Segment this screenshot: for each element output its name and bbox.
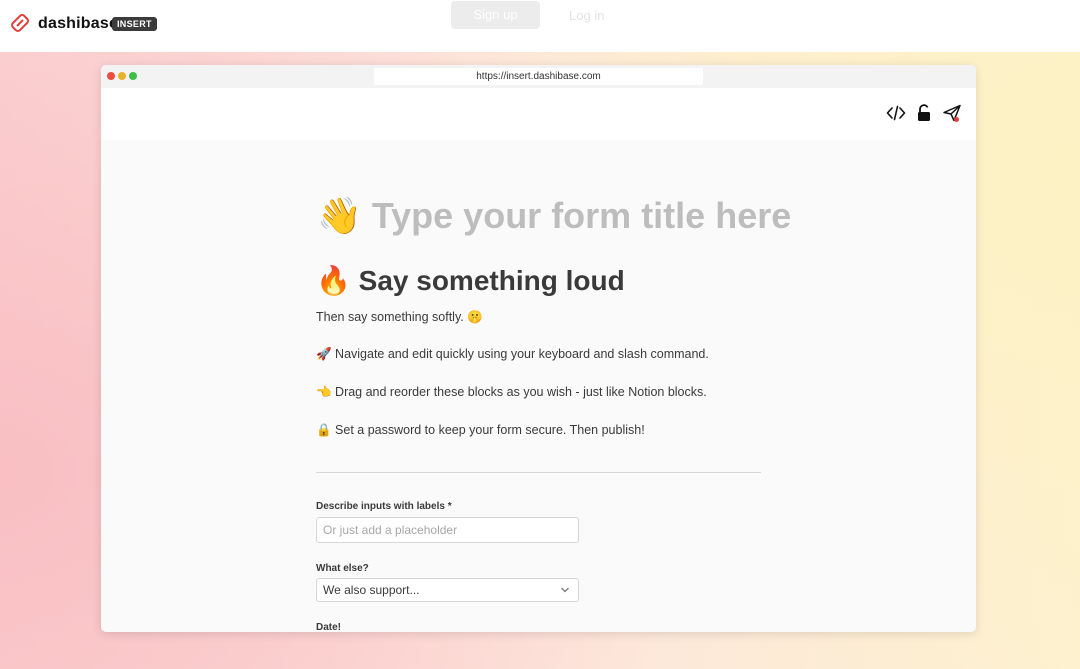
- browser-titlebar: https://insert.dashibase.com: [101, 65, 976, 88]
- paragraph-block[interactable]: 🔒 Set a password to keep your form secur…: [316, 423, 645, 438]
- text-field[interactable]: [316, 517, 579, 543]
- select-value: We also support...: [323, 583, 420, 597]
- dashibase-logo-icon[interactable]: [9, 12, 31, 34]
- product-badge: INSERT: [112, 17, 157, 31]
- paragraph-block[interactable]: Then say something softly. 🤫: [316, 310, 483, 325]
- unlock-icon[interactable]: [914, 104, 934, 122]
- editor-toolbar: [101, 88, 976, 140]
- maximize-window-dot[interactable]: [129, 72, 137, 80]
- form-heading[interactable]: 🔥 Say something loud: [316, 264, 625, 297]
- minimize-window-dot[interactable]: [118, 72, 126, 80]
- login-link[interactable]: Log in: [569, 8, 604, 23]
- brand-name[interactable]: dashibase: [38, 15, 118, 33]
- paragraph-block[interactable]: 👈 Drag and reorder these blocks as you w…: [316, 385, 707, 400]
- chevron-down-icon: [561, 587, 569, 593]
- code-icon[interactable]: [886, 104, 906, 122]
- form-title-input[interactable]: 👋 Type your form title here: [317, 195, 791, 237]
- field-label: Date!: [316, 622, 342, 632]
- select-dropdown[interactable]: We also support...: [316, 578, 579, 602]
- publish-notification-dot: [954, 117, 959, 122]
- send-icon[interactable]: [942, 104, 962, 122]
- field-label: Describe inputs with labels *: [316, 501, 452, 512]
- paragraph-block[interactable]: 🚀 Navigate and edit quickly using your k…: [316, 347, 709, 362]
- field-label: What else?: [316, 563, 369, 574]
- browser-window: https://insert.dashibase.com 👋 Type your…: [101, 65, 976, 632]
- top-nav: dashibase INSERT Sign up Log in: [0, 0, 1080, 52]
- address-bar[interactable]: https://insert.dashibase.com: [374, 68, 703, 85]
- divider: [316, 472, 761, 473]
- close-window-dot[interactable]: [107, 72, 115, 80]
- signup-button[interactable]: Sign up: [451, 1, 540, 29]
